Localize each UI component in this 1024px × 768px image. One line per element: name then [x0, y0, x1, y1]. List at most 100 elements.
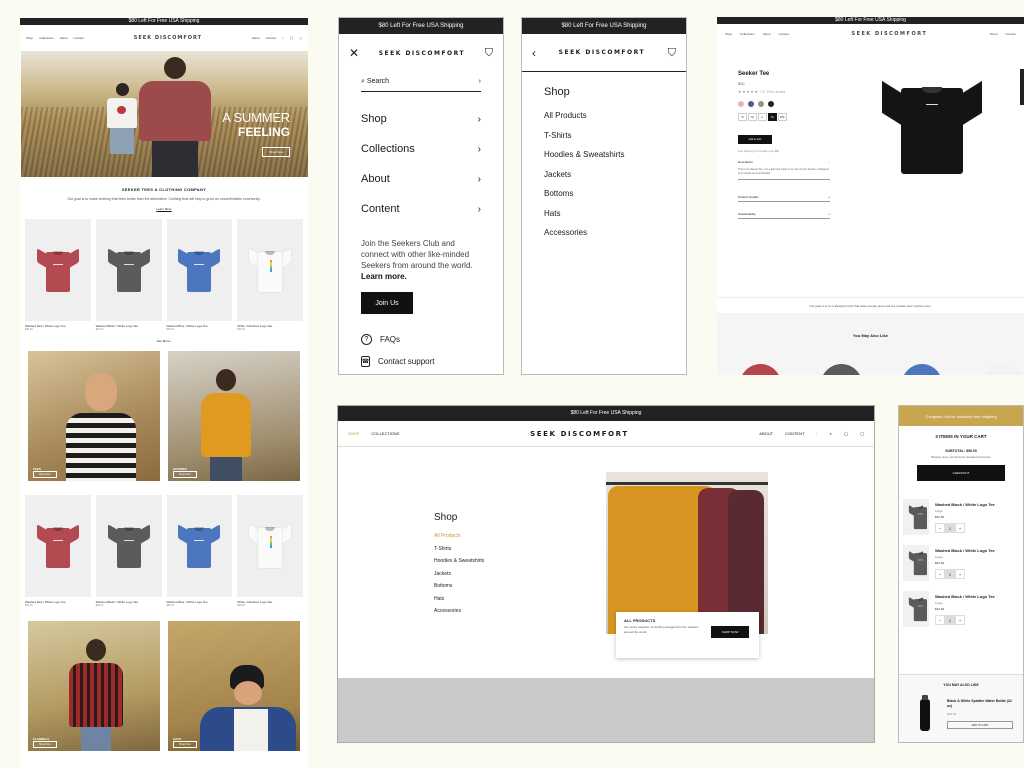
shop-item-bottoms[interactable]: Bottoms: [434, 580, 484, 593]
brand-logo[interactable]: SEEK DISCOMFORT: [530, 430, 629, 438]
cart-item-image[interactable]: [903, 499, 929, 535]
menu-item-about[interactable]: About ›: [339, 164, 503, 194]
feature-shop-button[interactable]: Shop Now: [173, 471, 197, 478]
upsell-add-button[interactable]: ADD TO CART: [947, 721, 1013, 729]
shop-item-accessories[interactable]: Accessories: [522, 223, 686, 243]
nav-link-collections[interactable]: COLLECTIONS: [371, 431, 399, 436]
nav-link-shop[interactable]: Shop: [725, 32, 732, 36]
menu-item-shop[interactable]: Shop ›: [339, 104, 503, 134]
decrease-button[interactable]: −: [935, 523, 945, 533]
shop-item-bottoms[interactable]: Bottoms: [522, 184, 686, 204]
menu-item-collections[interactable]: Collections ›: [339, 134, 503, 164]
size-option-selected[interactable]: XL: [768, 113, 777, 121]
shop-item-jackets[interactable]: Jackets: [434, 568, 484, 581]
decrease-button[interactable]: −: [935, 615, 945, 625]
search-icon[interactable]: ⌕: [282, 36, 284, 40]
nav-link-shop[interactable]: Shop: [26, 36, 33, 40]
product-rating[interactable]: ★★★★★ 72 Reviews: [738, 89, 786, 94]
shop-item-all-products[interactable]: All Products: [522, 106, 686, 126]
close-icon[interactable]: ✕: [349, 47, 359, 59]
feature-hats[interactable]: HATS Shop Now: [168, 621, 300, 751]
feature-shop-button[interactable]: Shop Now: [33, 471, 57, 478]
brand-logo[interactable]: SEEK DISCOMFORT: [851, 31, 927, 37]
product-image[interactable]: [237, 495, 303, 597]
card-shop-button[interactable]: SHOP NOW: [711, 626, 749, 638]
nav-link-about-right[interactable]: About: [252, 36, 260, 40]
hero-shop-button[interactable]: Shop Now: [262, 147, 290, 157]
brand-logo[interactable]: SEEK DISCOMFORT: [134, 35, 202, 41]
nav-link-content-right[interactable]: Content: [266, 36, 277, 40]
product-image[interactable]: [166, 495, 233, 597]
shop-item-tshirts[interactable]: T-Shirts: [522, 126, 686, 146]
see-more-link[interactable]: See More ›: [20, 339, 308, 343]
feature-shop-button[interactable]: Shop Now: [173, 741, 197, 748]
product-card[interactable]: White / Rainbow Logo Tee $30.00: [237, 219, 303, 331]
learn-more-link[interactable]: Learn More: [44, 207, 284, 211]
join-us-button[interactable]: Join Us: [361, 292, 413, 314]
feature-flannels[interactable]: FLANNELS Shop Now: [28, 621, 160, 751]
cart-item-image[interactable]: [903, 545, 929, 581]
search-field[interactable]: ⌕ Search ›: [361, 72, 481, 92]
related-product-thumb[interactable]: [981, 364, 1024, 375]
feature-shop-button[interactable]: Shop Now: [33, 741, 57, 748]
accordion-product-details[interactable]: Product Details +: [738, 195, 830, 202]
cart-item-image[interactable]: [903, 591, 929, 627]
size-option[interactable]: S: [738, 113, 747, 121]
menu-item-content[interactable]: Content ›: [339, 194, 503, 224]
product-image[interactable]: [95, 219, 162, 321]
increase-button[interactable]: +: [955, 523, 965, 533]
shop-item-accessories[interactable]: Accessories: [434, 605, 484, 618]
nav-link-content[interactable]: CONTENT: [785, 431, 804, 436]
accordion-sustainability[interactable]: Sustainability +: [738, 212, 830, 219]
size-option[interactable]: 2XL: [778, 113, 787, 121]
upsell-name[interactable]: Black & White Splatter Water Bottle (32 …: [947, 699, 1017, 709]
shopping-bag-icon[interactable]: ⛉: [668, 47, 676, 59]
cart-item-name[interactable]: Washed Black / White Logo Tee: [935, 502, 995, 507]
nav-link-collections[interactable]: Collections: [39, 36, 54, 40]
nav-link-shop-active[interactable]: SHOP: [348, 431, 359, 436]
checkout-button[interactable]: CHECKOUT: [917, 465, 1005, 481]
nav-link-about-right[interactable]: About: [990, 32, 998, 36]
product-image[interactable]: [25, 219, 91, 321]
related-product-thumb[interactable]: [900, 364, 944, 375]
color-swatch[interactable]: [738, 101, 744, 107]
color-swatch[interactable]: [748, 101, 754, 107]
upsell-image[interactable]: [911, 695, 939, 735]
brand-logo[interactable]: SEEK DISCOMFORT: [559, 49, 645, 56]
product-card[interactable]: Washed Black / White Logo Tee $30.00: [95, 219, 162, 331]
contact-support-link[interactable]: ☎ Contact support: [339, 350, 503, 372]
nav-link-about[interactable]: About: [60, 36, 68, 40]
quantity-value[interactable]: 1: [945, 615, 955, 625]
quantity-value[interactable]: 1: [945, 523, 955, 533]
product-image[interactable]: [95, 495, 162, 597]
search-icon[interactable]: ⌕: [829, 431, 831, 436]
color-swatch[interactable]: [768, 101, 774, 107]
nav-link-content-right[interactable]: Content: [1005, 32, 1016, 36]
back-arrow-icon[interactable]: ‹: [532, 47, 536, 59]
color-swatch[interactable]: [758, 101, 764, 107]
increase-button[interactable]: +: [955, 569, 965, 579]
search-placeholder[interactable]: Search: [367, 78, 389, 85]
product-card[interactable]: White / Rainbow Logo Tee $30.00: [237, 495, 303, 607]
shopping-bag-icon[interactable]: ⛉: [485, 47, 493, 59]
product-image[interactable]: [166, 219, 233, 321]
related-product-thumb[interactable]: [819, 364, 863, 375]
increase-button[interactable]: +: [955, 615, 965, 625]
account-icon[interactable]: ◯: [844, 431, 848, 436]
account-icon[interactable]: ◯: [290, 36, 293, 40]
feature-tees[interactable]: TEES Shop Now: [28, 351, 160, 481]
shop-item-all-products[interactable]: All Products: [434, 530, 484, 543]
size-option[interactable]: M: [748, 113, 757, 121]
accordion-description[interactable]: Description – This is our Seeker Tee. It …: [738, 160, 830, 180]
quantity-value[interactable]: 1: [945, 569, 955, 579]
shop-item-hats[interactable]: Hats: [434, 593, 484, 606]
feature-hoodies[interactable]: HOODIES Shop Now: [168, 351, 300, 481]
nav-link-content[interactable]: Content: [779, 32, 790, 36]
product-image[interactable]: [25, 495, 91, 597]
product-image[interactable]: [237, 219, 303, 321]
product-card[interactable]: Washed Black / White Logo Tee $30.00: [95, 495, 162, 607]
cart-icon[interactable]: ▢: [299, 36, 302, 40]
product-card[interactable]: Washed Red / White Logo Tee $30.00: [25, 219, 91, 331]
product-card[interactable]: Washed Red / White Logo Tee $30.00: [25, 495, 91, 607]
shop-item-tshirts[interactable]: T-Shirts: [434, 543, 484, 556]
